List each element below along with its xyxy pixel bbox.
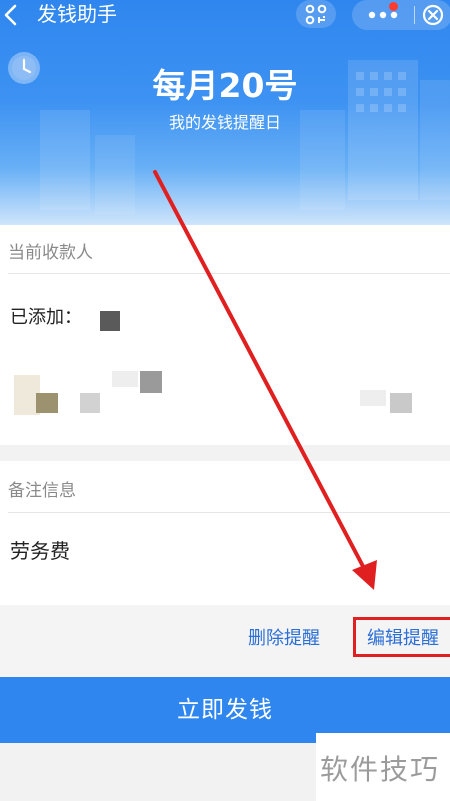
divider <box>8 273 450 274</box>
redacted-block <box>360 390 386 406</box>
capsule-menu <box>352 0 450 30</box>
page-title: 发钱助手 <box>37 2 117 26</box>
redacted-block <box>80 393 100 413</box>
mini-program-code-icon <box>305 4 327 25</box>
added-label: 已添加： <box>10 307 82 328</box>
delete-reminder-link[interactable]: 删除提醒 <box>248 627 320 651</box>
payee-section-label: 当前收款人 <box>8 243 93 263</box>
close-circle-icon[interactable] <box>422 4 444 26</box>
redacted-block <box>36 393 58 413</box>
redacted-block <box>390 393 412 413</box>
watermark-text: 软件技巧 <box>320 753 441 786</box>
mini-program-code-button[interactable] <box>296 0 336 28</box>
reminder-day-subtitle: 我的发钱提醒日 <box>168 113 281 132</box>
hero-banner: 每月20号 我的发钱提醒日 <box>0 0 450 225</box>
redacted-block <box>112 371 138 387</box>
note-section-label: 备注信息 <box>8 481 76 501</box>
reminder-day-title: 每月20号 <box>152 66 298 105</box>
annotation-highlight-box <box>353 617 450 657</box>
divider <box>8 512 450 513</box>
capsule-divider <box>414 6 415 24</box>
redacted-block <box>140 371 162 393</box>
note-card: 备注信息 劳务费 <box>0 461 450 605</box>
payee-avatar-redacted <box>100 311 120 331</box>
notification-dot <box>389 2 398 11</box>
note-value[interactable]: 劳务费 <box>10 535 70 564</box>
payee-card: 当前收款人 已添加： <box>0 225 450 445</box>
chevron-left-icon[interactable] <box>2 3 20 27</box>
top-bar: 发钱助手 <box>0 0 450 30</box>
